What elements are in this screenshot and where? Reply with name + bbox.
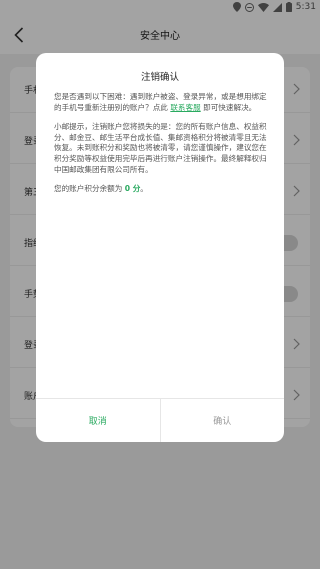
points-suffix: 。: [140, 184, 148, 194]
help-text-suffix: 即可快速解决。: [203, 102, 257, 112]
points-paragraph: 您的账户积分余额为 0 分。: [54, 184, 270, 195]
dialog-footer: 取消 确认: [36, 398, 284, 442]
cancel-button[interactable]: 取消: [36, 399, 161, 442]
dialog-title: 注销确认: [140, 72, 179, 83]
points-label: 您的账户积分余额为: [54, 184, 123, 194]
dialog-body: 您是否遇到以下困难：遇到账户被盗、登录异常，或是想用绑定的手机号重新注册别的账户…: [54, 92, 270, 204]
points-value: 0 分: [124, 184, 141, 194]
help-paragraph: 您是否遇到以下困难：遇到账户被盗、登录异常，或是想用绑定的手机号重新注册别的账户…: [54, 92, 270, 113]
confirm-button[interactable]: 确认: [161, 399, 285, 442]
cancel-account-dialog: 注销确认 您是否遇到以下困难：遇到账户被盗、登录异常，或是想用绑定的手机号重新注…: [36, 53, 284, 442]
contact-service-link[interactable]: 联系客服: [170, 103, 200, 112]
warning-paragraph: 小邮提示，注销账户您将损失的是：您的所有账户信息、权益积分、邮金豆、邮生活平台成…: [54, 122, 267, 174]
